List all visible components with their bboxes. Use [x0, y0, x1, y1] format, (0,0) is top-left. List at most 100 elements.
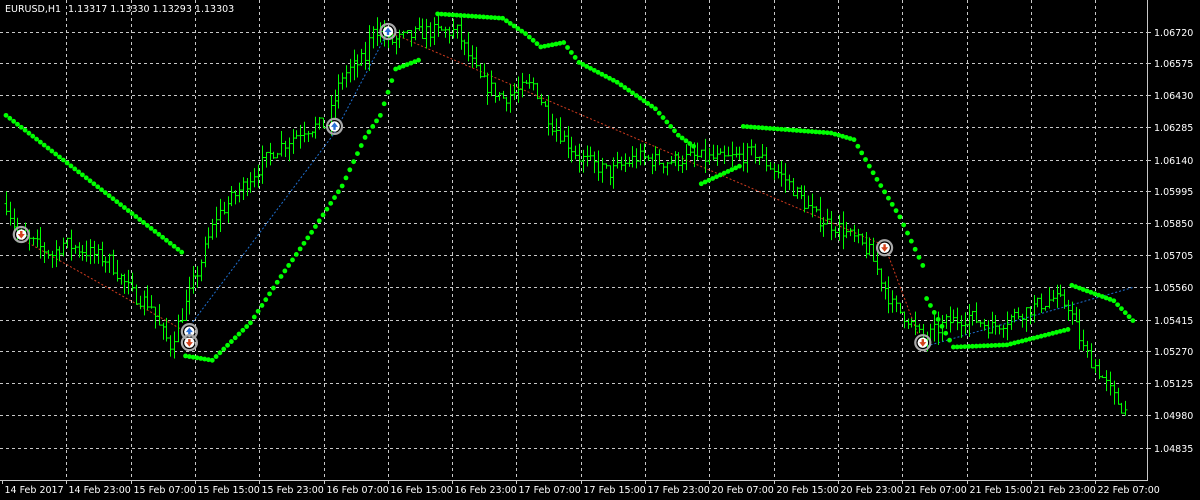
sar-dot [530, 37, 536, 43]
sar-dot [859, 150, 865, 156]
y-tick-label: 1.06430 [1154, 91, 1193, 102]
sar-dot [221, 346, 227, 352]
sar-dot [259, 303, 265, 308]
trading-chart[interactable]: 1.06720 1.06575 1.06430 1.06285 1.06140 1.059… [0, 0, 1200, 500]
sar-dot [339, 183, 345, 189]
sar-dot [53, 151, 59, 157]
sar-dot [72, 166, 78, 172]
sar-dot [656, 110, 662, 116]
y-tick-label: 1.05125 [1154, 379, 1193, 390]
sar-dot [366, 129, 372, 135]
sar-dot [171, 243, 177, 249]
sar-dot [41, 142, 47, 148]
y-tick-label: 1.05705 [1154, 251, 1193, 262]
sar-dot [320, 212, 326, 218]
sar-dot [263, 297, 269, 303]
x-tick-label: 20 Feb 15:00 [777, 485, 839, 496]
sar-dot [1126, 314, 1132, 320]
sar-dot [22, 127, 28, 133]
sar-dot [118, 202, 123, 207]
sar-dot [18, 124, 24, 130]
sar-dot [947, 337, 952, 343]
sar-dot [878, 183, 884, 189]
sar-dot [935, 316, 941, 322]
sar-dot [893, 208, 899, 214]
sar-dot [225, 342, 230, 348]
sar-dot [167, 240, 173, 246]
sar-dot [316, 218, 322, 224]
sar-dot [1115, 302, 1121, 308]
x-tick-label: 14 Feb 2017 [5, 485, 64, 496]
sar-dot [355, 151, 360, 157]
sar-dot [129, 211, 135, 216]
sar-dot [1111, 298, 1117, 304]
sar-dot [916, 254, 922, 260]
sar-dot [737, 163, 742, 169]
sar-dot [297, 246, 303, 252]
x-tick-label: 15 Feb 07:00 [134, 485, 196, 496]
sar-dot [1119, 306, 1124, 312]
sar-dot [137, 217, 143, 222]
x-tick-label: 20 Feb 07:00 [712, 485, 774, 496]
sar-dot [928, 303, 933, 308]
sar-dot [912, 246, 918, 252]
chart-canvas[interactable]: 1.06720 1.06575 1.06430 1.06285 1.06140 1.059… [0, 0, 1200, 500]
sar-dot [908, 238, 914, 244]
sar-dot [80, 172, 85, 178]
sar-dot [45, 145, 51, 151]
sar-dot [351, 159, 357, 165]
sar-dot [34, 136, 39, 142]
sar-dot [534, 41, 540, 47]
sar-dot [133, 214, 139, 219]
y-tick-label: 1.04980 [1154, 411, 1193, 422]
sar-dot [668, 123, 674, 129]
y-tick-label: 1.05850 [1154, 219, 1193, 230]
sar-dot [217, 350, 223, 356]
sar-dot [240, 327, 246, 333]
sar-dot [335, 189, 341, 195]
sar-dot [141, 220, 146, 225]
symbol-timeframe: EURUSD,H1 [5, 4, 61, 15]
sar-dot [60, 157, 66, 163]
y-tick-label: 1.05560 [1154, 283, 1193, 294]
sar-dot [672, 128, 677, 134]
sar-dot [164, 237, 169, 243]
sar-dot [122, 205, 127, 210]
sar-dot [148, 225, 154, 231]
sar-dot [76, 169, 81, 175]
sar-dot [905, 230, 910, 236]
sar-dot [572, 55, 578, 60]
y-tick-label: 1.05270 [1154, 347, 1193, 358]
sar-dot [313, 224, 318, 229]
sar-dot [179, 249, 185, 255]
sar-dot [347, 167, 353, 173]
sar-dot [255, 308, 261, 314]
x-tick-label: 15 Feb 15:00 [198, 485, 260, 496]
x-tick-label: 20 Feb 23:00 [841, 485, 903, 496]
sar-dot [49, 148, 55, 154]
sar-dot [870, 170, 876, 176]
sar-dot [931, 310, 937, 315]
sar-dot [660, 115, 666, 120]
y-tick-label: 1.05415 [1154, 316, 1193, 327]
sar-dot [144, 223, 150, 228]
sar-dot [290, 257, 295, 263]
y-tick-label: 1.04835 [1154, 444, 1193, 455]
x-tick-label: 15 Feb 23:00 [262, 485, 324, 496]
x-tick-label: 16 Feb 23:00 [455, 485, 517, 496]
sar-dot [37, 139, 43, 145]
sar-dot [358, 143, 364, 148]
sar-dot [381, 101, 387, 107]
x-tick-label: 21 Feb 15:00 [970, 485, 1032, 496]
sar-dot [561, 40, 567, 45]
y-tick-label: 1.06720 [1154, 28, 1193, 39]
sar-dot [301, 240, 307, 246]
x-tick-label: 16 Feb 07:00 [327, 485, 389, 496]
x-tick-label: 16 Feb 15:00 [391, 485, 453, 496]
sar-dot [175, 246, 181, 252]
sar-dot [565, 45, 570, 50]
sar-dot [83, 175, 89, 181]
sar-dot [309, 229, 314, 235]
sar-dot [416, 57, 421, 63]
sar-dot [1065, 327, 1071, 332]
